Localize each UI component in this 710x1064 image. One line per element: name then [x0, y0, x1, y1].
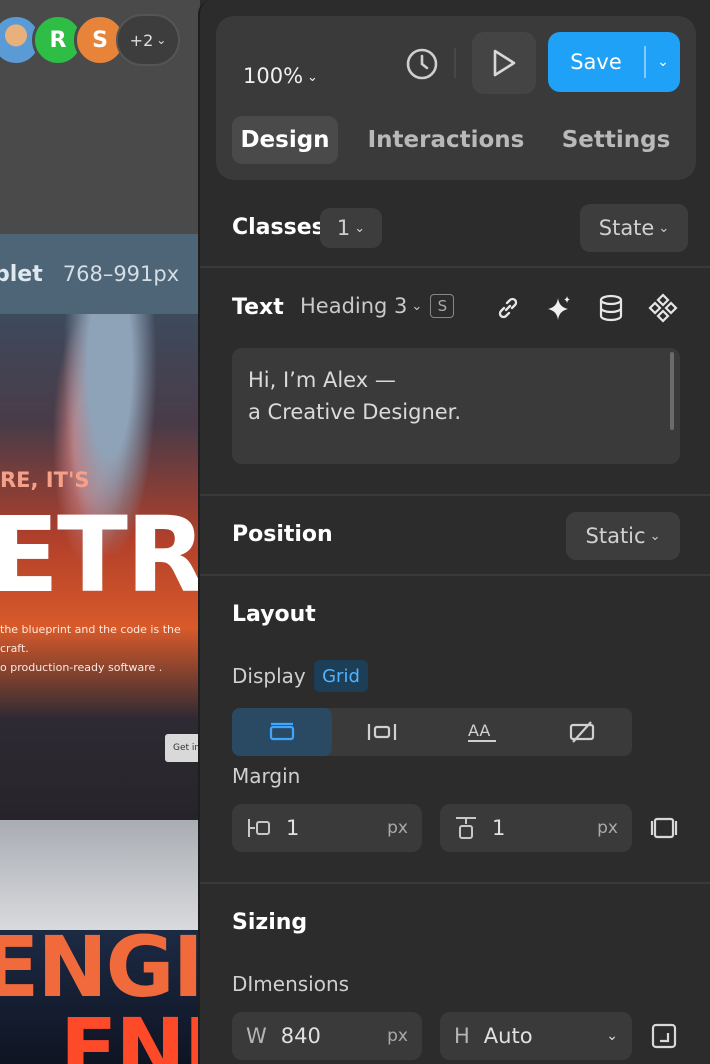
height-field[interactable]: H Auto ⌄	[440, 1012, 632, 1060]
toolbar-divider	[454, 48, 456, 78]
height-value: Auto	[483, 1024, 533, 1048]
breakpoint-name: blet	[0, 261, 43, 287]
get-in-button[interactable]: Get in	[165, 734, 200, 762]
hero-copy-line: o production-ready software .	[0, 661, 163, 674]
ai-button[interactable]	[541, 290, 577, 326]
save-label: Save	[570, 50, 622, 74]
tab-interactions[interactable]: Interactions	[368, 116, 525, 164]
margin-top-icon	[454, 815, 478, 841]
inline-text-icon: AA	[468, 721, 496, 742]
chevron-down-icon: ⌄	[156, 33, 167, 47]
design-panel: 100% ⌄ Save ⌄ Design Interactions Setting…	[198, 0, 710, 1064]
style-badge: S	[430, 294, 455, 318]
position-title: Position	[232, 522, 333, 547]
more-users-count: +2	[129, 30, 154, 50]
hero-eyebrow[interactable]: RE, IT'S	[0, 468, 90, 492]
cms-button[interactable]	[593, 290, 629, 326]
canvas-band	[0, 820, 200, 930]
dimensions-label: DImensions	[232, 972, 350, 996]
width-unit: px	[387, 1026, 408, 1046]
save-options-button[interactable]: ⌄	[646, 54, 680, 70]
aspect-ratio-icon	[651, 1023, 677, 1049]
hidden-icon	[569, 721, 595, 743]
classes-count-select[interactable]: 1 ⌄	[320, 208, 382, 248]
breakpoint-bar[interactable]: blet 768–991px	[0, 234, 200, 314]
tab-settings[interactable]: Settings	[558, 116, 674, 164]
margin-left-unit: px	[387, 818, 408, 838]
link-button[interactable]	[490, 290, 526, 326]
width-value: 840	[280, 1024, 321, 1048]
clock-icon	[406, 48, 438, 80]
save-button[interactable]: Save ⌄	[548, 32, 680, 92]
layout-title: Layout	[232, 602, 316, 627]
text-content-line: Hi, I’m Alex —	[248, 368, 396, 392]
margin-expand-button[interactable]	[646, 810, 682, 846]
margin-top-unit: px	[597, 818, 618, 838]
hero-copy[interactable]: the blueprint and the code is the craft.…	[0, 620, 200, 677]
display-value-badge: Grid	[314, 660, 368, 692]
display-label: Display	[232, 664, 306, 688]
chevron-down-icon: ⌄	[606, 1028, 618, 1044]
hero-copy-line: the blueprint and the code is the craft.	[0, 623, 181, 655]
text-title: Text	[232, 295, 284, 320]
position-select[interactable]: Static ⌄	[566, 512, 680, 560]
classes-count: 1	[336, 216, 351, 240]
margin-top-value: 1	[492, 816, 506, 840]
component-button[interactable]	[645, 290, 681, 326]
display-none-option[interactable]	[532, 708, 632, 756]
width-field[interactable]: W 840 px	[232, 1012, 422, 1060]
sparkle-icon	[548, 296, 570, 320]
aspect-ratio-button[interactable]	[646, 1018, 682, 1054]
component-icon	[648, 293, 678, 323]
state-label: State	[598, 216, 655, 240]
text-content-line: a Creative Designer.	[248, 400, 462, 424]
database-icon	[599, 294, 623, 322]
display-grid-option[interactable]	[232, 708, 332, 756]
chevron-down-icon: ⌄	[657, 54, 669, 70]
margin-label: Margin	[232, 764, 301, 788]
chevron-down-icon: ⌄	[354, 220, 366, 236]
height-prefix: H	[454, 1024, 470, 1048]
margin-left-field[interactable]: 1 px	[232, 804, 422, 852]
block-icon	[269, 722, 295, 741]
position-value: Static	[585, 524, 646, 548]
display-flex-option[interactable]	[332, 708, 432, 756]
sizing-title: Sizing	[232, 910, 308, 935]
breakpoint-range: 768–991px	[62, 262, 180, 286]
history-button[interactable]	[403, 45, 441, 83]
chevron-down-icon: ⌄	[307, 69, 318, 85]
play-icon	[493, 49, 516, 77]
tab-design[interactable]: Design	[232, 116, 338, 164]
link-icon	[498, 297, 518, 319]
toolbar-card: 100% ⌄ Save ⌄ Design Interactions Setting…	[216, 16, 696, 180]
classes-title: Classes	[232, 215, 325, 240]
design-canvas[interactable]: R S +2 ⌄ blet 768–991px RE, IT'S ETR the…	[0, 0, 200, 1064]
flex-icon	[367, 724, 397, 740]
hero-title[interactable]: ETR	[0, 494, 200, 616]
text-tag-select[interactable]: Heading 3 ⌄ S	[300, 294, 455, 318]
state-select[interactable]: State ⌄	[580, 204, 688, 252]
width-prefix: W	[246, 1024, 267, 1048]
text-tag: Heading 3	[300, 294, 408, 318]
expand-sides-icon	[650, 817, 678, 839]
text-content-field[interactable]: Hi, I’m Alex — a Creative Designer.	[232, 348, 680, 464]
margin-top-field[interactable]: 1 px	[440, 804, 632, 852]
margin-left-value: 1	[286, 816, 300, 840]
svg-text:AA: AA	[468, 721, 490, 740]
engine-heading-2[interactable]: ENE	[60, 1000, 200, 1064]
zoom-value: 100%	[243, 64, 304, 88]
display-options: AA	[232, 708, 632, 756]
chevron-down-icon: ⌄	[649, 528, 661, 544]
zoom-select[interactable]: 100% ⌄	[243, 64, 318, 88]
textarea-scrollbar[interactable]	[670, 352, 674, 430]
preview-button[interactable]	[472, 32, 536, 94]
display-inline-option[interactable]: AA	[432, 708, 532, 756]
chevron-down-icon: ⌄	[658, 220, 670, 236]
margin-left-icon	[246, 817, 272, 839]
collaborator-avatars: R S +2 ⌄	[0, 14, 180, 66]
more-users-button[interactable]: +2 ⌄	[116, 14, 180, 66]
chevron-down-icon: ⌄	[411, 298, 423, 314]
